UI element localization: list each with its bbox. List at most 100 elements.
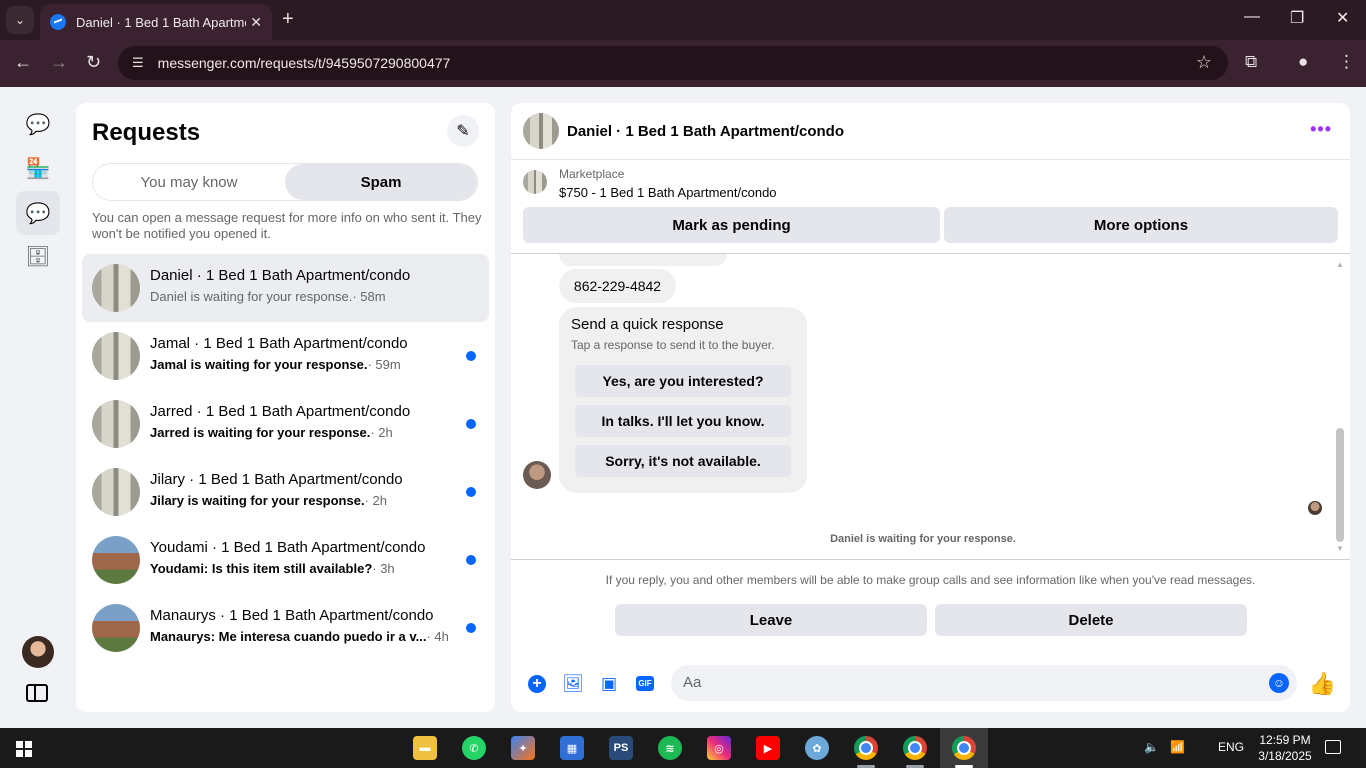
unread-dot	[466, 351, 476, 361]
conversation-item[interactable]: Daniel · 1 Bed 1 Bath Apartment/condo Dan…	[82, 254, 489, 322]
profile-icon[interactable]: ●	[1298, 52, 1308, 72]
more-options-icon[interactable]: •••	[1310, 119, 1332, 140]
file-explorer-icon[interactable]: ▬	[413, 736, 437, 760]
chrome-icon[interactable]	[952, 736, 976, 760]
chat-header: Daniel · 1 Bed 1 Bath Apartment/condo ••…	[511, 103, 1350, 160]
back-button[interactable]: ←	[14, 52, 32, 73]
extensions-icon[interactable]: ⧉	[1245, 52, 1257, 72]
volume-icon[interactable]: 🔈	[1144, 740, 1159, 754]
conversation-item[interactable]: Jilary · 1 Bed 1 Bath Apartment/condo Jil…	[82, 458, 489, 526]
network-icon[interactable]: 📶	[1170, 740, 1185, 754]
messenger-favicon-icon	[50, 14, 66, 30]
scroll-up-icon[interactable]: ▲	[1336, 260, 1344, 269]
copilot-icon[interactable]: ✦	[511, 736, 535, 760]
new-tab-button[interactable]: +	[282, 8, 294, 31]
collapse-sidebar-icon[interactable]	[26, 684, 48, 702]
tab-spam[interactable]: Spam	[285, 164, 477, 200]
conversation-item[interactable]: Manaurys · 1 Bed 1 Bath Apartment/condo M…	[82, 594, 489, 662]
instagram-icon[interactable]: ◎	[707, 736, 731, 760]
store-icon[interactable]: ▦	[560, 736, 584, 760]
listing-thumbnail[interactable]	[523, 170, 547, 194]
thread-scrollbar[interactable]: ▲ ▼	[1336, 260, 1344, 553]
conversation-preview: Jarred is waiting for your response.· 2h	[150, 425, 393, 440]
archive-icon[interactable]: 🗄	[16, 234, 60, 278]
message-bubble	[559, 254, 727, 266]
conversation-item[interactable]: Youdami · 1 Bed 1 Bath Apartment/condo Yo…	[82, 526, 489, 594]
conversation-message: Manaurys: Me interesa cuando puedo ir a …	[150, 629, 427, 644]
conversation-preview: Youdami: Is this item still available?· …	[150, 561, 395, 576]
chat-panel: Daniel · 1 Bed 1 Bath Apartment/condo ••…	[511, 103, 1350, 712]
clock[interactable]: 12:59 PM 3/18/2025	[1250, 732, 1320, 764]
requests-panel: Requests ✎ You may know Spam You can ope…	[76, 103, 495, 712]
bookmark-star-icon[interactable]: ☆	[1196, 52, 1212, 73]
message-input-box[interactable]: ☺	[671, 665, 1297, 701]
scroll-down-icon[interactable]: ▼	[1336, 544, 1344, 553]
conversation-avatar	[92, 400, 140, 448]
notification-icon[interactable]	[1325, 740, 1341, 754]
quick-response-option[interactable]: In talks. I'll let you know.	[575, 405, 791, 437]
chrome-icon[interactable]	[854, 736, 878, 760]
chat-title[interactable]: Daniel · 1 Bed 1 Bath Apartment/condo	[567, 123, 844, 140]
scroll-thumb[interactable]	[1336, 428, 1344, 542]
plus-icon[interactable]: +	[528, 675, 546, 693]
start-button[interactable]	[16, 741, 32, 757]
close-window-button[interactable]: ✕	[1336, 8, 1349, 28]
conversation-name: Youdami · 1 Bed 1 Bath Apartment/condo	[150, 539, 426, 556]
chats-icon[interactable]: 💬	[16, 102, 60, 146]
image-icon[interactable]: 🖼	[562, 674, 584, 694]
conversation-name: Jamal · 1 Bed 1 Bath Apartment/condo	[150, 335, 408, 352]
conversation-item[interactable]: Jamal · 1 Bed 1 Bath Apartment/condo Jama…	[82, 322, 489, 390]
tab-close-icon[interactable]: ✕	[250, 14, 262, 31]
emoji-icon[interactable]: ☺	[1269, 673, 1289, 693]
message-input[interactable]	[683, 674, 1243, 691]
conversation-name: Manaurys · 1 Bed 1 Bath Apartment/condo	[150, 607, 434, 624]
user-avatar[interactable]	[22, 636, 54, 668]
chrome-icon[interactable]	[903, 736, 927, 760]
app-icon[interactable]: ✿	[805, 736, 829, 760]
conversation-preview: Jilary is waiting for your response.· 2h	[150, 493, 387, 508]
site-info-icon[interactable]: ☰	[132, 55, 144, 71]
browser-menu-icon[interactable]: ⋮	[1338, 52, 1355, 72]
conversation-item[interactable]: Jarred · 1 Bed 1 Bath Apartment/condo Jar…	[82, 390, 489, 458]
conversation-message: Jamal is waiting for your response.	[150, 357, 368, 372]
youtube-icon[interactable]: ▶	[756, 736, 780, 760]
tab-search-button[interactable]: ⌄	[6, 6, 34, 34]
conversation-name: Jilary · 1 Bed 1 Bath Apartment/condo	[150, 471, 403, 488]
quick-response-option[interactable]: Sorry, it's not available.	[575, 445, 791, 477]
tab-title: Daniel · 1 Bed 1 Bath Apartment/condo	[76, 14, 246, 30]
marketplace-banner: Marketplace $750 - 1 Bed 1 Bath Apartmen…	[511, 160, 1350, 254]
reply-notice: If you reply, you and other members will…	[511, 559, 1350, 587]
minimize-button[interactable]: —	[1244, 8, 1260, 26]
mark-pending-button[interactable]: Mark as pending	[523, 207, 940, 243]
reload-button[interactable]: ↻	[86, 52, 101, 73]
spotify-icon[interactable]: ≋	[658, 736, 682, 760]
seen-indicator-avatar	[1308, 501, 1322, 515]
conversation-list: Daniel · 1 Bed 1 Bath Apartment/condo Dan…	[82, 254, 489, 662]
forward-button[interactable]: →	[50, 52, 68, 73]
leave-button[interactable]: Leave	[615, 604, 927, 636]
ps-app-icon[interactable]: PS	[609, 736, 633, 760]
sticker-icon[interactable]: ▣	[599, 674, 619, 694]
quick-response-title: Send a quick response	[571, 316, 724, 333]
quick-response-option[interactable]: Yes, are you interested?	[575, 365, 791, 397]
gif-icon[interactable]: GIF	[636, 676, 654, 691]
conversation-avatar	[92, 536, 140, 584]
language-indicator[interactable]: ENG	[1218, 740, 1244, 754]
browser-tab[interactable]: Daniel · 1 Bed 1 Bath Apartment/condo ✕	[40, 4, 272, 40]
requests-icon[interactable]: 💬	[16, 191, 60, 235]
conversation-preview: Daniel is waiting for your response.· 58…	[150, 289, 386, 304]
tab-you-may-know[interactable]: You may know	[93, 164, 285, 200]
restore-button[interactable]: ❐	[1290, 8, 1304, 28]
compose-icon[interactable]: ✎	[447, 115, 479, 147]
unread-dot	[466, 623, 476, 633]
marketplace-icon[interactable]: 🏪	[16, 146, 60, 190]
more-options-button[interactable]: More options	[944, 207, 1338, 243]
delete-button[interactable]: Delete	[935, 604, 1247, 636]
like-icon[interactable]: 👍	[1309, 671, 1336, 697]
unread-dot	[466, 487, 476, 497]
message-thread: 862-229-4842 Send a quick response Tap a…	[511, 254, 1350, 559]
chat-avatar[interactable]	[523, 113, 559, 149]
whatsapp-icon[interactable]: ✆	[462, 736, 486, 760]
address-bar[interactable]: ☰ messenger.com/requests/t/9459507290800…	[118, 46, 1228, 80]
listing-title[interactable]: $750 - 1 Bed 1 Bath Apartment/condo	[559, 185, 777, 200]
